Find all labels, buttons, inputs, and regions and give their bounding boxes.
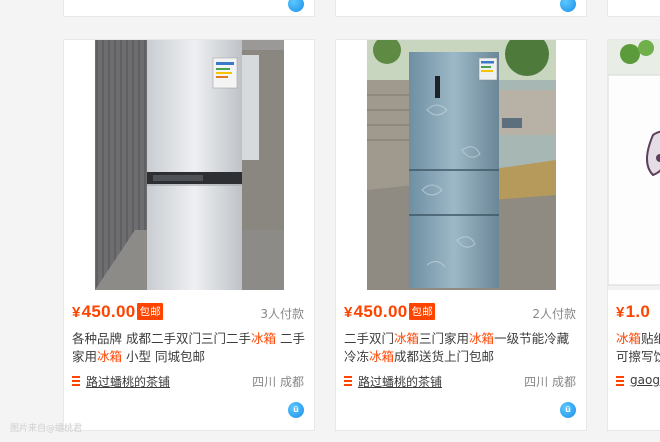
price-row: ¥450.00 包邮 3人付款 [72, 302, 304, 326]
product-image[interactable] [95, 40, 284, 290]
listing-card-partial [335, 0, 587, 17]
listing-card-partial [607, 0, 660, 17]
shop-row: gaog [616, 373, 660, 391]
chat-icon[interactable] [288, 0, 304, 12]
shop-name-link[interactable]: 路过蟠桃的茶铺 [358, 373, 442, 390]
shop-row: 路过蟠桃的茶铺 四川 成都 [344, 373, 576, 391]
listing-card[interactable]: ¥450.00 包邮 2人付款 二手双门冰箱三门家用冰箱一级节能冷藏冷冻冰箱成都送… [335, 39, 587, 431]
price-row: ¥450.00 包邮 2人付款 [344, 302, 576, 326]
price: ¥450.00 包邮 [72, 302, 164, 321]
free-shipping-badge: 包邮 [409, 303, 436, 320]
location: 四川 成都 [524, 375, 576, 389]
product-image[interactable] [367, 40, 556, 290]
product-image[interactable] [608, 40, 660, 290]
chat-icon[interactable]: ü [288, 402, 304, 418]
listing-title[interactable]: 二手双门冰箱三门家用冰箱一级节能冷藏冷冻冰箱成都送货上门包邮 [344, 330, 578, 366]
shop-name-link[interactable]: gaog [630, 373, 660, 387]
location: 四川 成都 [252, 375, 304, 389]
chat-icon[interactable] [560, 0, 576, 12]
price-row: ¥1.0 [616, 302, 660, 326]
price: ¥450.00 包邮 [344, 302, 436, 321]
listing-card-partial [63, 0, 315, 17]
shop-list-icon [616, 376, 624, 386]
buyer-count: 3人付款 [260, 307, 304, 321]
listing-title[interactable]: 各种品牌 成都二手双门三门二手冰箱 二手家用冰箱 小型 同城包邮 [72, 330, 306, 366]
free-shipping-badge: 包邮 [137, 303, 164, 320]
listing-card[interactable]: ¥1.0 冰箱贴纸可擦写饮 gaog [607, 39, 660, 431]
shop-list-icon [344, 376, 352, 386]
listing-title[interactable]: 冰箱贴纸可擦写饮 [616, 330, 660, 366]
watermark: 图片来自@蟠桃君 [10, 424, 83, 434]
chat-icon[interactable]: ü [560, 402, 576, 418]
listing-card[interactable]: ¥450.00 包邮 3人付款 各种品牌 成都二手双门三门二手冰箱 二手家用冰箱 … [63, 39, 315, 431]
shop-list-icon [72, 376, 80, 386]
buyer-count: 2人付款 [532, 307, 576, 321]
shop-name-link[interactable]: 路过蟠桃的茶铺 [86, 373, 170, 390]
price: ¥1.0 [616, 302, 651, 321]
shop-row: 路过蟠桃的茶铺 四川 成都 [72, 373, 304, 391]
